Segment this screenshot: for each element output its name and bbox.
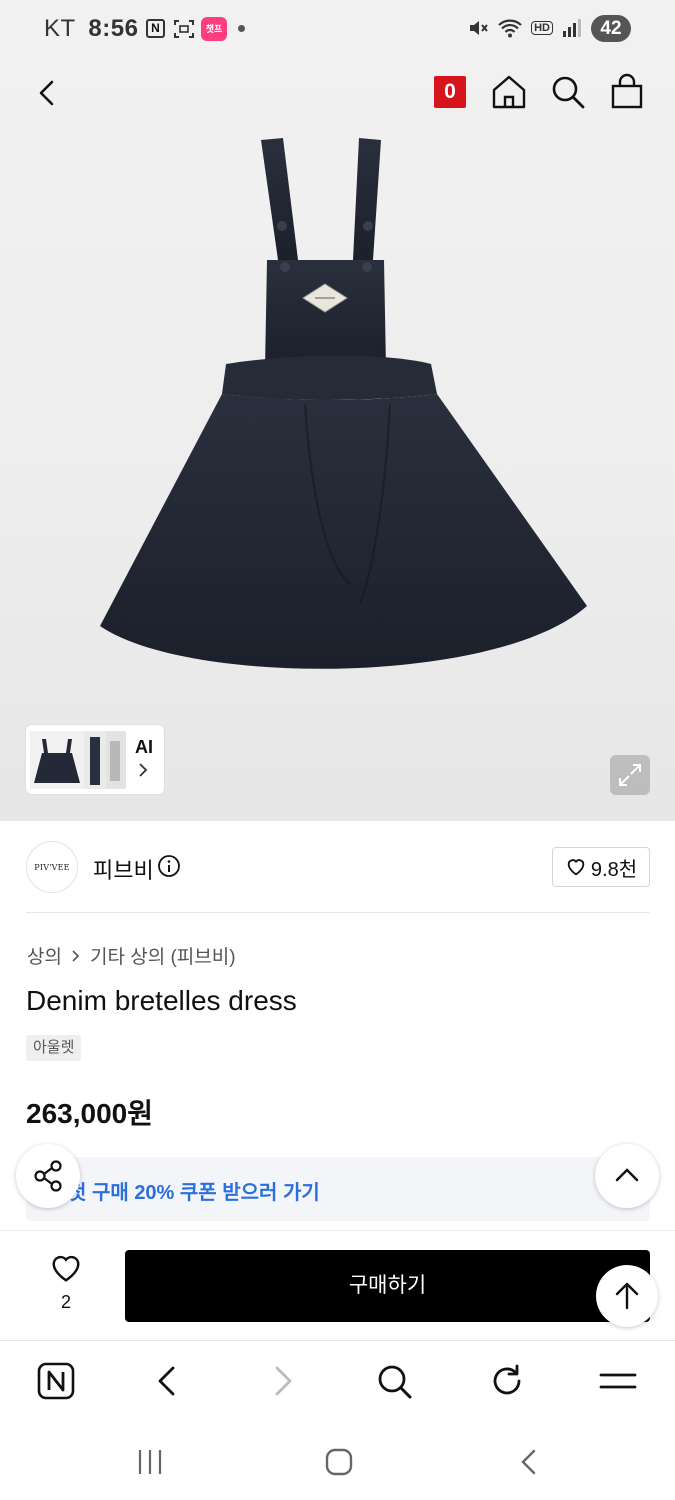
breadcrumb-category[interactable]: 상의 xyxy=(27,942,62,969)
system-back-icon[interactable] xyxy=(513,1446,545,1478)
purchase-bar: 2 구매하기 xyxy=(0,1230,675,1340)
recent-apps-icon[interactable] xyxy=(134,1446,166,1478)
wishlist-count: 2 xyxy=(60,1292,71,1312)
chevron-right-icon xyxy=(139,763,148,777)
home-button-icon[interactable] xyxy=(323,1446,355,1478)
coupon-banner[interactable]: 첫 구매 20% 쿠폰 받으러 가기 xyxy=(26,1157,650,1221)
image-thumbnail-strip[interactable]: AI xyxy=(26,725,164,794)
scroll-to-top-button[interactable] xyxy=(596,1265,658,1327)
search-icon[interactable] xyxy=(549,73,587,111)
coupon-text: 첫 구매 20% 쿠폰 받으러 가기 xyxy=(68,1182,320,1204)
naver-home-icon[interactable] xyxy=(36,1361,76,1401)
collapse-button[interactable] xyxy=(595,1144,659,1208)
status-bar: KT 8:56 N 챗프 HD 42 xyxy=(0,0,675,56)
heart-icon xyxy=(52,1255,80,1282)
cart-count-badge[interactable]: 0 xyxy=(434,76,466,108)
product-image xyxy=(100,138,587,669)
shopping-bag-icon[interactable] xyxy=(608,73,646,111)
thumbnail-images xyxy=(30,731,126,789)
status-carrier: KT 8:56 xyxy=(44,15,138,43)
buy-button[interactable]: 구매하기 xyxy=(125,1250,650,1322)
chevron-up-icon xyxy=(615,1168,639,1182)
heart-icon xyxy=(567,859,585,876)
expand-icon xyxy=(619,764,641,786)
product-title: Denim bretelles dress xyxy=(26,985,297,1016)
share-button[interactable] xyxy=(16,1144,80,1208)
home-icon[interactable] xyxy=(490,73,528,111)
menu-icon[interactable] xyxy=(598,1361,638,1401)
hd-voice-icon: HD xyxy=(531,21,553,35)
share-icon xyxy=(34,1160,62,1192)
ai-label: AI xyxy=(135,737,153,757)
product-gallery[interactable]: 0 AI xyxy=(0,56,675,821)
more-notifications-dot xyxy=(238,25,245,32)
browser-forward-icon[interactable] xyxy=(262,1361,302,1401)
wishlist-button[interactable]: 2 xyxy=(46,1253,86,1313)
expand-button[interactable] xyxy=(610,755,650,795)
brand-name[interactable]: 피브비 xyxy=(93,853,154,885)
browser-search-icon[interactable] xyxy=(374,1361,414,1401)
battery-icon: 42 xyxy=(591,14,631,42)
divider xyxy=(26,912,650,913)
refresh-icon[interactable] xyxy=(487,1361,527,1401)
chevron-right-icon xyxy=(72,949,80,962)
breadcrumb-subcategory[interactable]: 기타 상의 (피브비) xyxy=(90,942,236,969)
status-time: 8:56 xyxy=(88,15,139,42)
arrow-up-icon xyxy=(615,1282,639,1310)
brand-like-button[interactable]: 9.8천 xyxy=(552,847,650,887)
breadcrumb: 상의 기타 상의 (피브비) xyxy=(27,942,236,969)
brand-like-count: 9.8천 xyxy=(590,858,638,881)
product-price: 263,000원 xyxy=(26,1098,153,1129)
status-right: HD 42 xyxy=(467,14,631,42)
back-icon[interactable] xyxy=(30,76,64,110)
mute-icon xyxy=(470,21,488,35)
browser-back-icon[interactable] xyxy=(148,1361,188,1401)
screen-capture-icon xyxy=(174,20,194,38)
browser-toolbar xyxy=(0,1340,675,1424)
naver-notification-icon: N xyxy=(146,19,165,38)
app-notification-icon: 챗프 xyxy=(201,17,227,41)
info-icon[interactable] xyxy=(157,854,181,878)
signal-icon xyxy=(563,19,581,37)
brand-logo[interactable]: PIV'VEE xyxy=(26,841,78,893)
wifi-icon xyxy=(498,19,522,38)
system-nav-bar xyxy=(0,1424,675,1500)
outlet-tag: 아울렛 xyxy=(26,1035,82,1061)
carrier-name: KT xyxy=(44,15,76,42)
